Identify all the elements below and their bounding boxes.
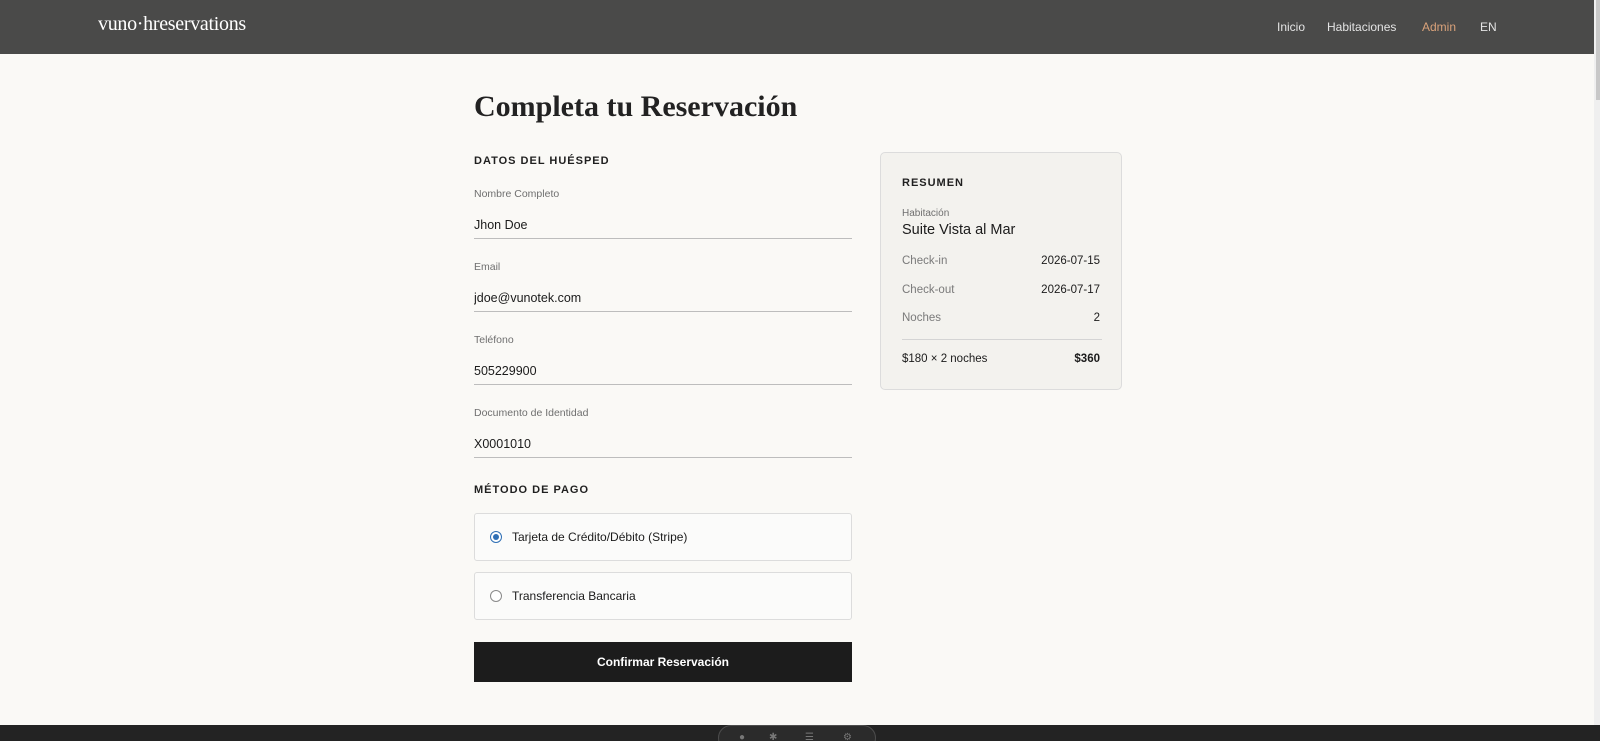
card-radio[interactable] [490, 531, 502, 543]
email-label: Email [474, 261, 501, 273]
nights-value: 2 [1093, 312, 1100, 324]
full-name-label: Nombre Completo [474, 188, 560, 200]
brand-logo[interactable]: vuno·hreservations [98, 13, 246, 36]
total-label: $180 × 2 noches [902, 353, 988, 365]
phone-input[interactable] [474, 357, 852, 385]
summary-title: RESUMEN [902, 177, 965, 189]
full-name-input[interactable] [474, 211, 852, 239]
summary-divider [902, 339, 1102, 340]
reservation-summary-card: RESUMEN Habitación Suite Vista al Mar Ch… [880, 152, 1122, 390]
page-title: Completa tu Reservación [474, 90, 798, 123]
language-toggle[interactable]: EN [1480, 20, 1497, 34]
transfer-option-label: Transferencia Bancaria [512, 589, 636, 603]
room-label: Habitación [902, 208, 950, 219]
gear-icon[interactable]: ⚙ [843, 733, 852, 741]
email-input[interactable] [474, 284, 852, 312]
checkin-label: Check-in [902, 255, 948, 267]
microphone-icon[interactable]: ● [739, 733, 745, 741]
nav-inicio[interactable]: Inicio [1277, 20, 1305, 34]
scrollbar[interactable] [1594, 0, 1600, 741]
scrollbar-thumb[interactable] [1596, 0, 1600, 100]
guest-section-title: DATOS DEL HUÉSPED [474, 155, 610, 167]
total-value: $360 [1074, 353, 1100, 365]
payment-section-title: MÉTODO DE PAGO [474, 484, 590, 496]
id-document-label: Documento de Identidad [474, 407, 589, 419]
phone-label: Teléfono [474, 334, 514, 346]
footer-bar: ● ✱ ☰ ⚙ [0, 725, 1600, 741]
nights-label: Noches [902, 312, 941, 324]
payment-option-card[interactable]: Tarjeta de Crédito/Débito (Stripe) [474, 513, 852, 561]
footer-toolbar: ● ✱ ☰ ⚙ [718, 725, 876, 741]
id-document-input[interactable] [474, 430, 852, 458]
card-option-label: Tarjeta de Crédito/Débito (Stripe) [512, 530, 688, 544]
menu-icon[interactable]: ☰ [805, 733, 814, 741]
room-name: Suite Vista al Mar [902, 222, 1016, 238]
checkout-value: 2026-07-17 [1041, 284, 1100, 296]
top-navbar: vuno·hreservations Inicio Habitaciones A… [0, 0, 1600, 54]
checkin-value: 2026-07-15 [1041, 255, 1100, 267]
confirm-reservation-button[interactable]: Confirmar Reservación [474, 642, 852, 682]
transfer-radio[interactable] [490, 590, 502, 602]
payment-option-transfer[interactable]: Transferencia Bancaria [474, 572, 852, 620]
settings-icon[interactable]: ✱ [769, 733, 777, 741]
nav-habitaciones[interactable]: Habitaciones [1327, 20, 1396, 34]
nav-admin[interactable]: Admin [1422, 20, 1456, 34]
checkout-label: Check-out [902, 284, 955, 296]
